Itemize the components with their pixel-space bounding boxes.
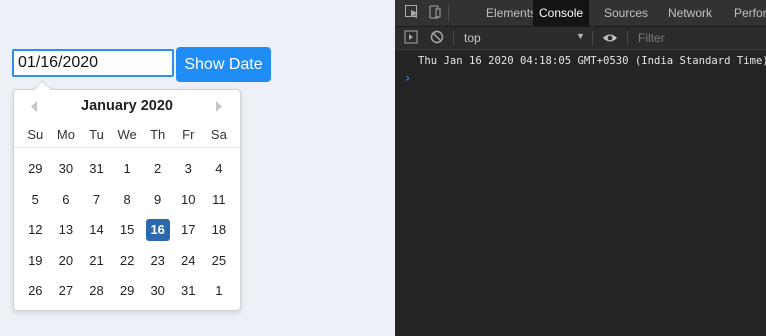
- toolbar-divider: [453, 31, 454, 45]
- date-input[interactable]: [12, 49, 174, 77]
- inspect-element-icon[interactable]: [404, 4, 420, 20]
- calendar-day[interactable]: 27: [54, 280, 78, 302]
- calendar-day[interactable]: 31: [176, 280, 200, 302]
- datepicker-header: January 2020: [14, 90, 240, 122]
- calendar-day[interactable]: 5: [23, 189, 47, 211]
- calendar-day[interactable]: 17: [176, 219, 200, 241]
- devtools-panel: Elements Console Sources Network Perfor …: [395, 0, 766, 336]
- calendar-day[interactable]: 14: [84, 219, 108, 241]
- weekday-label: Fr: [182, 127, 195, 142]
- calendar-day[interactable]: 4: [207, 158, 231, 180]
- context-selector[interactable]: top: [464, 31, 481, 45]
- calendar-day[interactable]: 7: [84, 189, 108, 211]
- calendar-day[interactable]: 30: [146, 280, 170, 302]
- calendar-week-row: 26 27 28 29 30 31 1: [14, 276, 240, 307]
- tab-console[interactable]: Console: [533, 0, 590, 26]
- calendar-day[interactable]: 6: [54, 189, 78, 211]
- calendar-day[interactable]: 26: [23, 280, 47, 302]
- calendar-day[interactable]: 1: [207, 280, 231, 302]
- page-content: Show Date January 2020 Su Mo Tu We Th Fr…: [0, 0, 395, 336]
- calendar-day[interactable]: 15: [115, 219, 139, 241]
- tab-sources[interactable]: Sources: [598, 0, 654, 26]
- calendar-day[interactable]: 3: [176, 158, 200, 180]
- calendar-day[interactable]: 21: [84, 250, 108, 272]
- calendar-day[interactable]: 12: [23, 219, 47, 241]
- device-toolbar-icon[interactable]: [427, 4, 443, 20]
- weekday-label: Mo: [56, 127, 75, 142]
- calendar-day[interactable]: 1: [115, 158, 139, 180]
- weekday-label: Su: [27, 127, 44, 142]
- calendar-day[interactable]: 28: [84, 280, 108, 302]
- weekday-label: Th: [150, 127, 166, 142]
- calendar-day[interactable]: 11: [207, 189, 231, 211]
- calendar-day[interactable]: 8: [115, 189, 139, 211]
- tab-network[interactable]: Network: [662, 0, 718, 26]
- weekday-label: Sa: [210, 127, 227, 142]
- datepicker-popup: January 2020 Su Mo Tu We Th Fr Sa 29 30 31…: [13, 80, 241, 311]
- toolbar-divider: [592, 31, 593, 45]
- devtools-tabbar: Elements Console Sources Network Perfor: [395, 0, 766, 27]
- filter-input[interactable]: Filter: [638, 31, 665, 45]
- calendar-day[interactable]: 29: [23, 158, 47, 180]
- chevron-right-icon[interactable]: [208, 96, 228, 116]
- console-log-line: Thu Jan 16 2020 04:18:05 GMT+0530 (India…: [418, 55, 766, 67]
- weekday-header-row: Su Mo Tu We Th Fr Sa: [14, 122, 240, 148]
- month-title: January 2020: [81, 98, 173, 114]
- calendar-week-row: 12 13 14 15 16 17 18: [14, 215, 240, 246]
- calendar-day[interactable]: 10: [176, 189, 200, 211]
- calendar-day[interactable]: 29: [115, 280, 139, 302]
- calendar-day[interactable]: 18: [207, 219, 231, 241]
- calendar-day[interactable]: 13: [54, 219, 78, 241]
- calendar-day[interactable]: 25: [207, 250, 231, 272]
- calendar-day[interactable]: 30: [54, 158, 78, 180]
- calendar-day[interactable]: 9: [146, 189, 170, 211]
- clear-console-icon[interactable]: [430, 30, 446, 46]
- calendar-week-row: 19 20 21 22 23 24 25: [14, 246, 240, 277]
- calendar-day[interactable]: 24: [176, 250, 200, 272]
- calendar-day-selected[interactable]: 16: [145, 219, 170, 242]
- calendar-day[interactable]: 20: [54, 250, 78, 272]
- calendar-day[interactable]: 31: [84, 158, 108, 180]
- sidebar-toggle-icon[interactable]: [404, 30, 420, 46]
- show-date-button[interactable]: Show Date: [176, 47, 271, 82]
- calendar-day[interactable]: 22: [115, 250, 139, 272]
- calendar-day[interactable]: 19: [23, 250, 47, 272]
- calendar-day[interactable]: 23: [146, 250, 170, 272]
- toolbar-divider: [627, 31, 628, 45]
- calendar-grid: 29 30 31 1 2 3 4 5 6 7 8 9 10 11 12 13 14 15 16 17 18 19 20 21 2…: [14, 148, 240, 307]
- weekday-label: We: [117, 127, 137, 142]
- console-prompt[interactable]: ›: [404, 71, 411, 85]
- eye-icon[interactable]: [602, 31, 618, 47]
- console-toolbar: top ▼ Filter: [395, 27, 766, 50]
- calendar-week-row: 29 30 31 1 2 3 4: [14, 154, 240, 185]
- calendar-week-row: 5 6 7 8 9 10 11: [14, 185, 240, 216]
- tab-performance[interactable]: Perfor: [728, 0, 766, 26]
- weekday-label: Tu: [89, 127, 104, 142]
- calendar-day[interactable]: 2: [146, 158, 170, 180]
- toolbar-divider: [448, 5, 449, 21]
- dropdown-caret-icon[interactable]: ▼: [576, 31, 585, 41]
